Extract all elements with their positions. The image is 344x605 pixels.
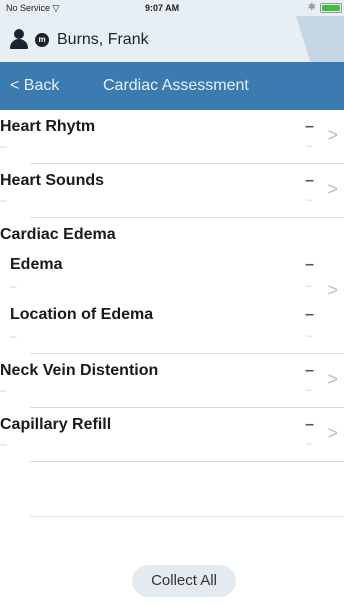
item-value: – <box>305 362 314 379</box>
list-group-cardiac-edema[interactable]: Cardiac Edema Edema – – – Location of Ed… <box>0 218 344 354</box>
subitem-value: – <box>305 256 314 273</box>
fold-arrow-icon: ‹ <box>296 30 300 41</box>
list-item-heart-sounds[interactable]: Heart Sounds – – – > <box>0 164 344 218</box>
divider <box>30 516 344 517</box>
list-item-heart-rhythm[interactable]: Heart Rhytm – – – > <box>0 110 344 164</box>
chevron-right-icon: > <box>327 179 338 199</box>
list-item-neck-vein-distention[interactable]: Neck Vein Distention – – – > <box>0 354 344 408</box>
carrier-label: No Service ▽ <box>6 3 59 14</box>
medication-badge-icon: m <box>35 33 49 47</box>
chevron-right-icon: > <box>327 369 338 389</box>
subitem-value-sub: – <box>305 330 312 342</box>
item-value-sub: – <box>305 140 312 152</box>
item-value: – <box>305 172 314 189</box>
item-title: Heart Sounds <box>0 172 105 189</box>
carrier-text: No Service <box>6 3 51 13</box>
item-subvalue: – <box>0 139 7 153</box>
item-title: Heart Rhytm <box>0 118 96 135</box>
wifi-icon: ▽ <box>52 3 60 13</box>
person-icon <box>10 29 28 49</box>
battery-icon <box>320 2 342 13</box>
chevron-right-icon: > <box>327 280 338 300</box>
item-subvalue: – <box>0 383 7 397</box>
navigation-bar: < Back Cardiac Assessment <box>0 62 344 110</box>
back-button[interactable]: < Back <box>10 77 59 95</box>
status-icons: ✱ <box>308 2 342 13</box>
patient-name[interactable]: Burns, Frank <box>57 31 149 49</box>
subitem-value-sub: – <box>305 280 312 292</box>
item-title: Neck Vein Distention <box>0 362 159 379</box>
chevron-right-icon: > <box>327 423 338 443</box>
subitem-title-location-of-edema: Location of Edema <box>10 306 154 323</box>
subitem-subvalue: – <box>10 329 17 343</box>
group-title: Cardiac Edema <box>0 226 116 243</box>
item-value-sub: – <box>305 194 312 206</box>
item-value: – <box>305 118 314 135</box>
subitem-value: – <box>305 306 314 323</box>
item-subvalue: – <box>0 437 7 451</box>
item-value-sub: – <box>305 438 312 450</box>
item-value-sub: – <box>305 384 312 396</box>
status-bar: No Service ▽ 9:07 AM ✱ <box>0 0 344 16</box>
clock: 9:07 AM <box>145 3 180 13</box>
page-fold-tab[interactable] <box>296 16 344 62</box>
bluetooth-icon: ✱ <box>307 2 316 13</box>
list-item-capillary-refill[interactable]: Capillary Refill – – – > <box>0 408 344 462</box>
item-value: – <box>305 416 314 433</box>
assessment-list: Heart Rhytm – – – > Heart Sounds – – – >… <box>0 110 344 462</box>
item-title: Capillary Refill <box>0 416 112 433</box>
chevron-right-icon: > <box>327 125 338 145</box>
subitem-subvalue: – <box>10 279 17 293</box>
page-title: Cardiac Assessment <box>103 77 249 94</box>
patient-header: m Burns, Frank ‹ <box>0 16 344 62</box>
item-subvalue: – <box>0 193 7 207</box>
subitem-title-edema: Edema <box>10 256 63 273</box>
collect-all-button[interactable]: Collect All <box>132 565 236 597</box>
